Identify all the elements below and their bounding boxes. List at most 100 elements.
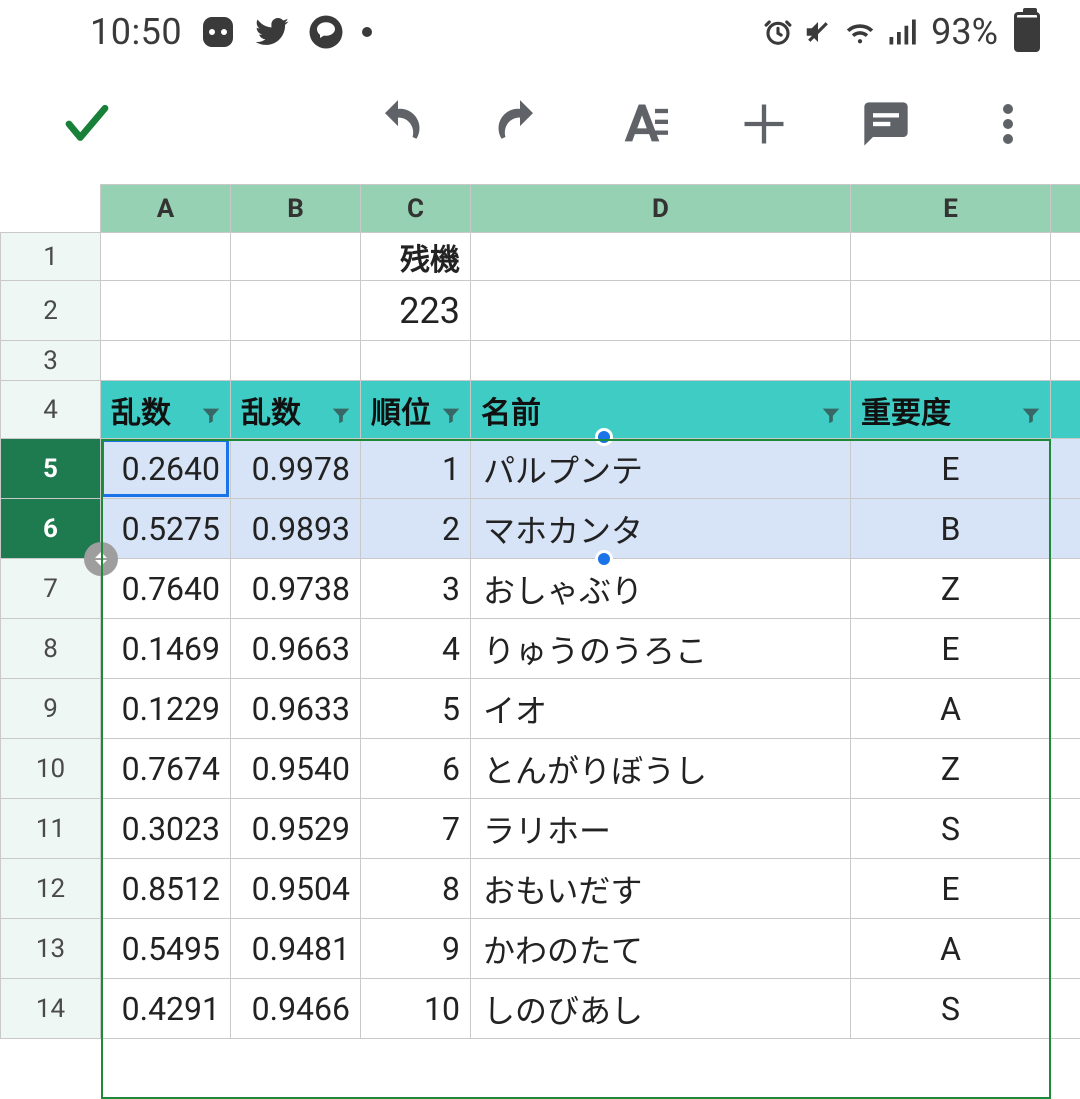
cell-F3[interactable] bbox=[1051, 341, 1080, 381]
cell-C1[interactable]: 残機 bbox=[361, 233, 471, 281]
cell-D1[interactable] bbox=[471, 233, 851, 281]
cell-E13[interactable]: A bbox=[851, 919, 1051, 979]
cell-D3[interactable] bbox=[471, 341, 851, 381]
cell-E14[interactable]: S bbox=[851, 979, 1051, 1039]
cell-A13[interactable]: 0.5495 bbox=[101, 919, 231, 979]
cell-A9[interactable]: 0.1229 bbox=[101, 679, 231, 739]
row-drag-grip[interactable] bbox=[84, 542, 118, 576]
confirm-button[interactable] bbox=[60, 97, 114, 151]
comment-button[interactable] bbox=[854, 92, 918, 156]
column-header-row[interactable]: A B C D E bbox=[1, 185, 1080, 233]
cell-F2[interactable] bbox=[1051, 281, 1080, 341]
cell-E11[interactable]: S bbox=[851, 799, 1051, 859]
cell-A10[interactable]: 0.7674 bbox=[101, 739, 231, 799]
filter-icon[interactable] bbox=[200, 399, 222, 421]
cell-B10[interactable]: 0.9540 bbox=[231, 739, 361, 799]
cell-F6[interactable] bbox=[1051, 499, 1080, 559]
cell-F8[interactable] bbox=[1051, 619, 1080, 679]
cell-D13[interactable]: かわのたて bbox=[471, 919, 851, 979]
cell-F5[interactable] bbox=[1051, 439, 1080, 499]
filter-icon[interactable] bbox=[440, 399, 462, 421]
data-header-row[interactable]: 4 乱数 乱数 順位 名前 重要度 bbox=[1, 381, 1080, 439]
rownum-3[interactable]: 3 bbox=[1, 341, 101, 381]
cell-A12[interactable]: 0.8512 bbox=[101, 859, 231, 919]
cell-F14[interactable] bbox=[1051, 979, 1080, 1039]
rownum-10[interactable]: 10 bbox=[1, 739, 101, 799]
cell-A7[interactable]: 0.7640 bbox=[101, 559, 231, 619]
filter-icon[interactable] bbox=[820, 399, 842, 421]
rownum-2[interactable]: 2 bbox=[1, 281, 101, 341]
cell-A8[interactable]: 0.1469 bbox=[101, 619, 231, 679]
cell-A2[interactable] bbox=[101, 281, 231, 341]
cell-D8[interactable]: りゅうのうろこ bbox=[471, 619, 851, 679]
cell-A1[interactable] bbox=[101, 233, 231, 281]
row-14[interactable]: 140.42910.946610しのびあしS bbox=[1, 979, 1080, 1039]
cell-F7[interactable] bbox=[1051, 559, 1080, 619]
cell-A11[interactable]: 0.3023 bbox=[101, 799, 231, 859]
cell-D10[interactable]: とんがりぼうし bbox=[471, 739, 851, 799]
cell-A6[interactable]: 0.5275 bbox=[101, 499, 231, 559]
cell-F13[interactable] bbox=[1051, 919, 1080, 979]
col-F[interactable] bbox=[1051, 185, 1080, 233]
hdr-E[interactable]: 重要度 bbox=[851, 381, 1051, 439]
hdr-C[interactable]: 順位 bbox=[361, 381, 471, 439]
cell-B8[interactable]: 0.9663 bbox=[231, 619, 361, 679]
cell-E12[interactable]: E bbox=[851, 859, 1051, 919]
cell-E6[interactable]: B bbox=[851, 499, 1051, 559]
cell-D9[interactable]: イオ bbox=[471, 679, 851, 739]
row-13[interactable]: 130.54950.94819かわのたてA bbox=[1, 919, 1080, 979]
rownum-13[interactable]: 13 bbox=[1, 919, 101, 979]
cell-B13[interactable]: 0.9481 bbox=[231, 919, 361, 979]
row-11[interactable]: 110.30230.95297ラリホーS bbox=[1, 799, 1080, 859]
col-E[interactable]: E bbox=[851, 185, 1051, 233]
text-format-button[interactable] bbox=[610, 92, 674, 156]
rownum-12[interactable]: 12 bbox=[1, 859, 101, 919]
filter-icon[interactable] bbox=[330, 399, 352, 421]
cell-C14[interactable]: 10 bbox=[361, 979, 471, 1039]
rownum-4[interactable]: 4 bbox=[1, 381, 101, 439]
col-D[interactable]: D bbox=[471, 185, 851, 233]
hdr-F[interactable] bbox=[1051, 381, 1080, 439]
cell-D7[interactable]: おしゃぶり bbox=[471, 559, 851, 619]
row-3[interactable]: 3 bbox=[1, 341, 1080, 381]
cell-D6[interactable]: マホカンタ bbox=[471, 499, 851, 559]
cell-A14[interactable]: 0.4291 bbox=[101, 979, 231, 1039]
rownum-1[interactable]: 1 bbox=[1, 233, 101, 281]
cell-D2[interactable] bbox=[471, 281, 851, 341]
row-6[interactable]: 60.52750.98932マホカンタB bbox=[1, 499, 1080, 559]
corner-cell[interactable] bbox=[1, 185, 101, 233]
cell-D12[interactable]: おもいだす bbox=[471, 859, 851, 919]
cell-C8[interactable]: 4 bbox=[361, 619, 471, 679]
spreadsheet[interactable]: A B C D E 1 残機 2 223 3 bbox=[0, 184, 1080, 1039]
row-9[interactable]: 90.12290.96335イオA bbox=[1, 679, 1080, 739]
cell-C11[interactable]: 7 bbox=[361, 799, 471, 859]
cell-C2[interactable]: 223 bbox=[361, 281, 471, 341]
cell-B14[interactable]: 0.9466 bbox=[231, 979, 361, 1039]
rownum-9[interactable]: 9 bbox=[1, 679, 101, 739]
cell-B11[interactable]: 0.9529 bbox=[231, 799, 361, 859]
cell-E9[interactable]: A bbox=[851, 679, 1051, 739]
row-10[interactable]: 100.76740.95406とんがりぼうしZ bbox=[1, 739, 1080, 799]
cell-E2[interactable] bbox=[851, 281, 1051, 341]
cell-C9[interactable]: 5 bbox=[361, 679, 471, 739]
row-5[interactable]: 50.26400.99781パルプンテE bbox=[1, 439, 1080, 499]
cell-E7[interactable]: Z bbox=[851, 559, 1051, 619]
cell-B6[interactable]: 0.9893 bbox=[231, 499, 361, 559]
row-1[interactable]: 1 残機 bbox=[1, 233, 1080, 281]
rownum-14[interactable]: 14 bbox=[1, 979, 101, 1039]
more-button[interactable] bbox=[976, 92, 1040, 156]
cell-B1[interactable] bbox=[231, 233, 361, 281]
cell-C7[interactable]: 3 bbox=[361, 559, 471, 619]
row-7[interactable]: 70.76400.97383おしゃぶりZ bbox=[1, 559, 1080, 619]
row-2[interactable]: 2 223 bbox=[1, 281, 1080, 341]
cell-D11[interactable]: ラリホー bbox=[471, 799, 851, 859]
col-B[interactable]: B bbox=[231, 185, 361, 233]
cell-B7[interactable]: 0.9738 bbox=[231, 559, 361, 619]
rownum-8[interactable]: 8 bbox=[1, 619, 101, 679]
hdr-D[interactable]: 名前 bbox=[471, 381, 851, 439]
row-8[interactable]: 80.14690.96634りゅうのうろこE bbox=[1, 619, 1080, 679]
cell-F12[interactable] bbox=[1051, 859, 1080, 919]
cell-E8[interactable]: E bbox=[851, 619, 1051, 679]
cell-D14[interactable]: しのびあし bbox=[471, 979, 851, 1039]
cell-B2[interactable] bbox=[231, 281, 361, 341]
